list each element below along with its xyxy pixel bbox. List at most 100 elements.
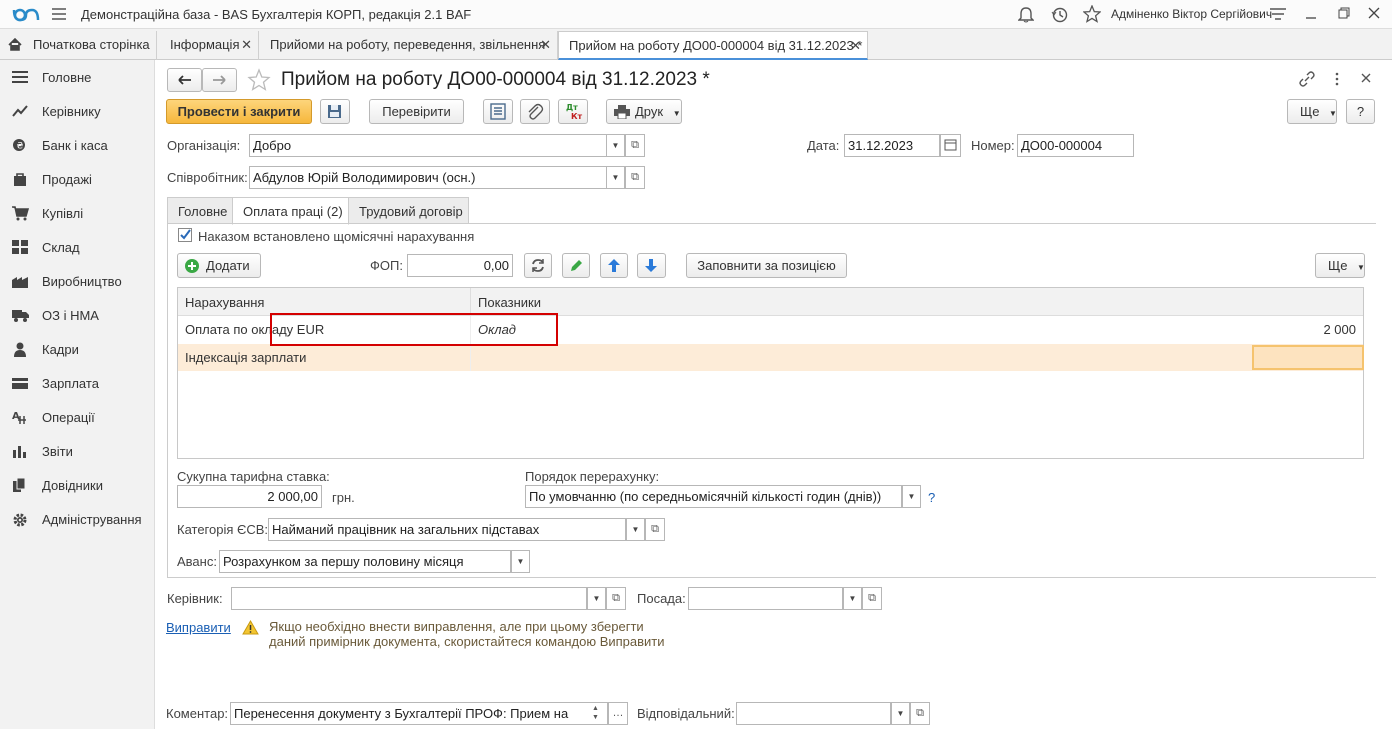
add-button[interactable]: Додати [177, 253, 261, 278]
forward-button[interactable] [202, 68, 237, 92]
sidebar-item-production[interactable]: Виробництво [0, 266, 155, 296]
comment-value: Перенесення документу з Бухгалтерії ПРОФ… [234, 706, 569, 721]
tab-hirings-list[interactable]: Прийоми на роботу, переведення, звільнен… [260, 31, 558, 60]
tab-salary[interactable]: Оплата праці (2) [232, 197, 349, 225]
sidebar-item-purchases[interactable]: Купівлі [0, 198, 155, 228]
cell-value[interactable]: 2 000 [1323, 322, 1356, 337]
user-name[interactable]: Адміненко Віктор Сергійович [1111, 7, 1272, 21]
manager-open-icon[interactable]: ⧉ [606, 587, 626, 610]
minimize-icon[interactable] [1305, 6, 1317, 20]
employee-dropdown-icon[interactable]: ▼ [606, 166, 625, 189]
sidebar-item-fixed-assets[interactable]: ОЗ і НМА [0, 300, 155, 330]
comment-expand-button[interactable]: … [608, 702, 628, 725]
close-tab-icon[interactable]: ✕ [540, 37, 551, 53]
link-icon[interactable] [1299, 71, 1315, 87]
more-label: Ще [1328, 258, 1348, 273]
edit-button[interactable] [562, 253, 590, 278]
manager-field[interactable] [231, 587, 587, 610]
sidebar-item-hr[interactable]: Кадри [0, 334, 155, 364]
responsible-dropdown-icon[interactable]: ▼ [891, 702, 910, 725]
history-icon[interactable] [1051, 6, 1068, 23]
structure-button[interactable] [483, 99, 513, 124]
sidebar-item-directories[interactable]: Довідники [0, 470, 155, 500]
print-button[interactable]: Друк ▼ [606, 99, 682, 124]
tab-main[interactable]: Головне [167, 197, 233, 224]
date-field[interactable]: 31.12.2023 [844, 134, 940, 157]
sidebar-item-label: Довідники [42, 478, 103, 493]
column-divider [470, 288, 471, 316]
sidebar-item-operations[interactable]: A Операції [0, 402, 155, 432]
close-document-icon[interactable] [1361, 73, 1371, 83]
responsible-field[interactable] [736, 702, 891, 725]
sidebar-item-bank[interactable]: ₴ Банк і каса [0, 130, 155, 160]
close-tab-icon[interactable]: ✕ [241, 37, 252, 53]
recalc-field[interactable]: По умовчанню (по середньомісячній кілько… [525, 485, 902, 508]
responsible-open-icon[interactable]: ⧉ [910, 702, 930, 725]
total-rate-field[interactable]: 2 000,00 [177, 485, 322, 508]
table-row[interactable]: Індексація зарплати [178, 344, 1364, 371]
organization-dropdown-icon[interactable]: ▼ [606, 134, 625, 157]
employee-open-icon[interactable]: ⧉ [625, 166, 645, 189]
sidebar-item-main[interactable]: Головне [0, 62, 155, 92]
move-up-button[interactable] [600, 253, 628, 278]
cell-value-selected[interactable] [1252, 345, 1364, 370]
organization-open-icon[interactable]: ⧉ [625, 134, 645, 157]
comment-field[interactable]: Перенесення документу з Бухгалтерії ПРОФ… [230, 702, 608, 725]
fop-field[interactable]: 0,00 [407, 254, 513, 277]
comment-spin-icon[interactable]: ▲ ▼ [592, 704, 599, 722]
tab-info[interactable]: Інформація ✕ [160, 31, 259, 60]
sidebar-item-reports[interactable]: Звіти [0, 436, 155, 466]
esv-open-icon[interactable]: ⧉ [645, 518, 665, 541]
recalc-label: Порядок перерахунку: [525, 469, 660, 484]
position-dropdown-icon[interactable]: ▼ [843, 587, 862, 610]
hamburger-icon[interactable] [52, 8, 66, 20]
esv-field[interactable]: Найманий працівник на загальних підстава… [268, 518, 626, 541]
save-button[interactable] [320, 99, 350, 124]
restore-icon[interactable] [1338, 7, 1350, 19]
position-open-icon[interactable]: ⧉ [862, 587, 882, 610]
employee-field[interactable]: Абдулов Юрій Володимирович (осн.) [249, 166, 625, 189]
sidebar-item-salary[interactable]: Зарплата [0, 368, 155, 398]
organization-field[interactable]: Добро [249, 134, 625, 157]
more-vertical-icon[interactable] [1334, 71, 1340, 87]
monthly-accruals-checkbox[interactable] [178, 228, 192, 242]
recalc-dropdown-icon[interactable]: ▼ [902, 485, 921, 508]
fill-by-position-button[interactable]: Заповнити за позицією [686, 253, 847, 278]
sidebar-item-sales[interactable]: Продажі [0, 164, 155, 194]
esv-dropdown-icon[interactable]: ▼ [626, 518, 645, 541]
number-field[interactable]: ДО00-000004 [1017, 134, 1134, 157]
calendar-icon[interactable] [940, 134, 961, 157]
advance-field[interactable]: Розрахунком за першу половину місяця [219, 550, 511, 573]
dt-kt-button[interactable]: Дт Кт [558, 99, 588, 124]
attach-button[interactable] [520, 99, 550, 124]
sidebar-item-warehouse[interactable]: Склад [0, 232, 155, 262]
star-icon[interactable] [1083, 5, 1101, 23]
fix-link[interactable]: Виправити [166, 620, 231, 635]
post-and-close-button[interactable]: Провести і закрити [166, 99, 312, 124]
move-down-button[interactable] [637, 253, 666, 278]
help-button[interactable]: ? [1346, 99, 1375, 124]
sidebar-item-manager[interactable]: Керівнику [0, 96, 155, 126]
tab-home[interactable]: Початкова сторінка [0, 31, 157, 60]
refresh-button[interactable] [524, 253, 552, 278]
recalc-help-icon[interactable]: ? [928, 490, 935, 505]
close-window-icon[interactable] [1368, 7, 1380, 19]
grid-icon [12, 240, 29, 255]
grid-more-button[interactable]: Ще ▼ [1315, 253, 1365, 278]
app-logo-icon[interactable] [12, 7, 40, 23]
position-field[interactable] [688, 587, 843, 610]
manager-dropdown-icon[interactable]: ▼ [587, 587, 606, 610]
settings-lines-icon[interactable] [1270, 8, 1286, 22]
advance-dropdown-icon[interactable]: ▼ [511, 550, 530, 573]
close-tab-icon[interactable]: ✕ [850, 38, 861, 54]
more-button[interactable]: Ще ▼ [1287, 99, 1337, 124]
back-button[interactable] [167, 68, 202, 92]
favorite-star-icon[interactable] [247, 68, 271, 92]
tab-contract[interactable]: Трудовий договір [348, 197, 469, 224]
employee-label: Співробітник: [167, 170, 248, 185]
bell-icon[interactable] [1018, 6, 1034, 23]
sidebar-item-administration[interactable]: Адміністрування [0, 504, 155, 534]
check-button[interactable]: Перевірити [369, 99, 464, 124]
column-divider [470, 344, 471, 371]
tab-hiring-document[interactable]: Прийом на роботу ДО00-000004 від 31.12.2… [558, 31, 868, 60]
